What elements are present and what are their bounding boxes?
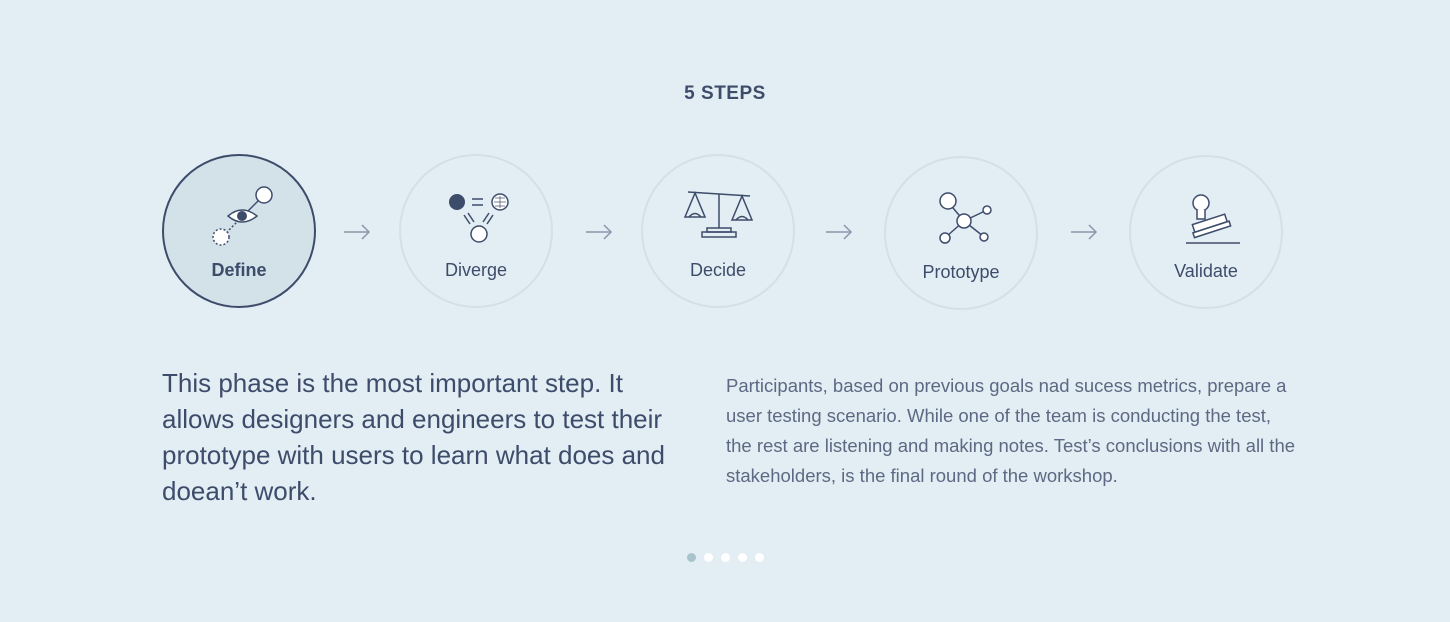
diverge-icon (449, 193, 509, 243)
step-lead-text: This phase is the most important step. I… (162, 368, 665, 506)
step-prototype[interactable]: Prototype (884, 156, 1038, 310)
step-label: Decide (689, 260, 747, 280)
arrow-right-icon (344, 224, 371, 240)
pagination-dot-5[interactable] (754, 553, 764, 562)
step-diverge[interactable]: Diverge (399, 154, 553, 308)
pagination-dot-4[interactable] (737, 553, 747, 562)
arrow-right-icon (586, 224, 613, 240)
page-title: 5 STEPS (684, 83, 766, 104)
step-define[interactable]: Define (162, 154, 316, 308)
scales-icon (683, 191, 754, 238)
step-validate[interactable]: Validate (1129, 155, 1283, 309)
eye-target-icon (212, 186, 273, 246)
step-label: Prototype (922, 262, 1000, 282)
pagination-dot-2[interactable] (703, 553, 713, 562)
stamp-icon (1186, 194, 1240, 244)
step-label: Validate (1174, 261, 1238, 281)
pagination (0, 553, 1450, 562)
step-description: Participants, based on previous goals na… (726, 375, 1296, 486)
pagination-dot-1[interactable] (686, 553, 696, 562)
arrow-right-icon (826, 224, 853, 240)
pagination-dot-3[interactable] (720, 553, 730, 562)
step-decide[interactable]: Decide (641, 154, 795, 308)
arrow-right-icon (1071, 224, 1098, 240)
step-label: Define (211, 260, 267, 280)
network-icon (939, 192, 992, 244)
step-label: Diverge (444, 260, 508, 280)
